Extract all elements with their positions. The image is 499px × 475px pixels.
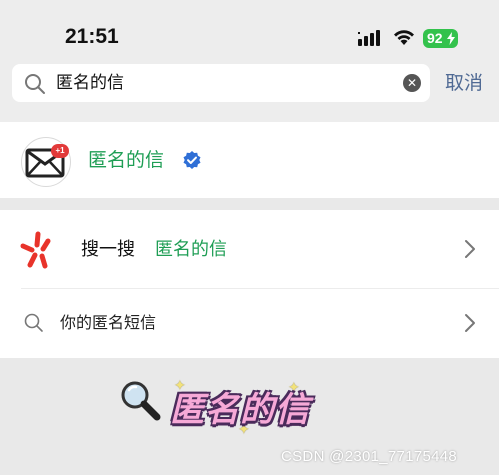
sousou-query: 匿名的信 (155, 239, 227, 260)
avatar: +1 (21, 137, 71, 187)
search-icon (25, 74, 45, 94)
sousou-row[interactable]: 搜一搜 匿名的信 (0, 210, 499, 288)
status-time: 21:51 (65, 25, 119, 48)
search-input-value: 匿名的信 (56, 73, 124, 93)
status-bar: 21:51 92 (0, 0, 499, 60)
battery-icon: 92 (423, 29, 458, 48)
search-input[interactable]: 匿名的信 ✕ (12, 64, 430, 102)
verified-icon (183, 151, 201, 169)
sticker-overlay: ✦ ✦ ✦ 匿名的信 (118, 378, 348, 438)
suggestion-row[interactable]: 你的匿名短信 (0, 289, 499, 358)
signal-icon (358, 30, 384, 50)
account-result[interactable]: +1 匿名的信 (0, 122, 499, 198)
sousou-label: 搜一搜 (81, 239, 135, 260)
sticker-text: 匿名的信 (170, 390, 310, 430)
search-results-panel: 搜一搜 匿名的信 你的匿名短信 (0, 210, 499, 358)
chevron-right-icon (465, 314, 475, 332)
magnifier-emoji-icon (121, 381, 161, 421)
charging-bolt-icon (447, 32, 455, 45)
cancel-button[interactable]: 取消 (445, 71, 483, 95)
wifi-icon (392, 28, 416, 50)
suggestion-text: 你的匿名短信 (60, 313, 157, 332)
search-icon (24, 313, 43, 332)
notification-badge: +1 (51, 144, 69, 158)
clear-icon[interactable]: ✕ (403, 74, 421, 92)
sousou-logo-icon (20, 231, 51, 269)
search-row: 匿名的信 ✕ 取消 (0, 60, 499, 122)
battery-level: 92 (427, 30, 443, 46)
account-name: 匿名的信 (88, 149, 165, 171)
watermark: CSDN @2301_77175448 (281, 448, 458, 465)
chevron-right-icon (465, 240, 475, 258)
